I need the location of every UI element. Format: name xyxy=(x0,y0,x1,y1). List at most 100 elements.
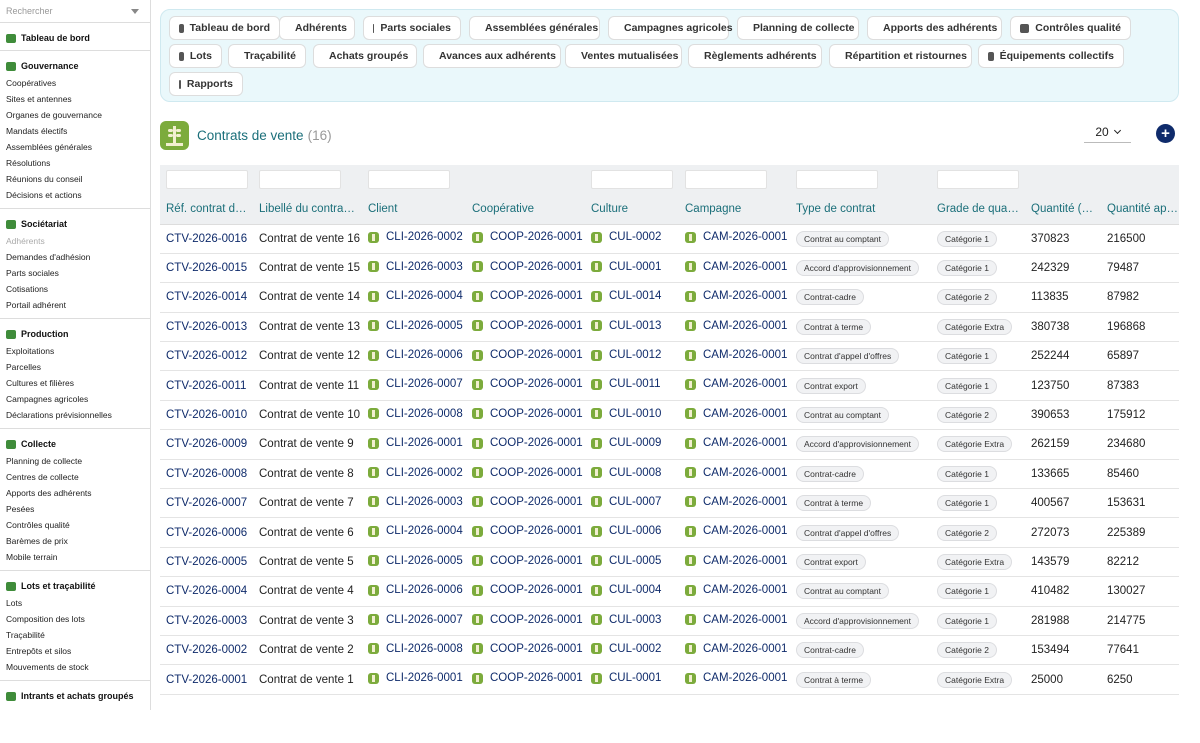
contract-ref-link[interactable]: CTV-2026-0006 xyxy=(166,527,247,539)
reference-link[interactable]: CUL-0011 xyxy=(591,378,661,390)
contract-ref-link[interactable]: CTV-2026-0016 xyxy=(166,233,247,245)
reference-link[interactable]: CAM-2026-0001 xyxy=(685,290,787,302)
sidebar-section-header[interactable]: Lots et traçabilité xyxy=(0,577,150,595)
reference-link[interactable]: CLI-2026-0008 xyxy=(368,408,463,420)
reference-link[interactable]: CAM-2026-0001 xyxy=(685,672,787,684)
table-row[interactable]: CTV-2026-0005 Contrat de vente 5 CLI-2026-… xyxy=(160,547,1179,578)
table-row[interactable]: CTV-2026-0003 Contrat de vente 3 CLI-2026-… xyxy=(160,606,1179,636)
topnav-button[interactable]: Équipements collectifs xyxy=(978,44,1124,68)
sidebar-item[interactable]: Portail adhérent xyxy=(0,297,150,313)
reference-link[interactable]: CAM-2026-0001 xyxy=(685,261,787,273)
reference-link[interactable]: CLI-2026-0005 xyxy=(368,320,463,332)
sidebar-item[interactable]: Pesées xyxy=(0,501,150,517)
table-row[interactable]: CTV-2026-0015 Contrat de vente 15 CLI-2026… xyxy=(160,253,1179,284)
table-row[interactable]: CTV-2026-0008 Contrat de vente 8 CLI-2026-… xyxy=(160,459,1179,490)
contract-ref-link[interactable]: CTV-2026-0003 xyxy=(166,615,247,627)
topnav-button[interactable]: Avances aux adhérents xyxy=(423,44,561,68)
sidebar-item[interactable]: Sites et antennes xyxy=(0,91,150,107)
contract-ref-link[interactable]: CTV-2026-0010 xyxy=(166,409,247,421)
topnav-button[interactable]: Parts sociales xyxy=(363,16,461,40)
reference-link[interactable]: COOP-2026-0001 xyxy=(472,349,583,361)
sidebar-item[interactable]: Cotisations xyxy=(0,281,150,297)
contract-ref-link[interactable]: CTV-2026-0007 xyxy=(166,497,247,509)
reference-link[interactable]: CLI-2026-0004 xyxy=(368,525,463,537)
reference-link[interactable]: CLI-2026-0001 xyxy=(368,672,463,684)
reference-link[interactable]: CAM-2026-0001 xyxy=(685,408,787,420)
reference-link[interactable]: CLI-2026-0002 xyxy=(368,467,463,479)
table-row[interactable]: CTV-2026-0006 Contrat de vente 6 CLI-2026-… xyxy=(160,517,1179,548)
search-box[interactable] xyxy=(0,0,150,23)
table-row[interactable]: CTV-2026-0007 Contrat de vente 7 CLI-2026-… xyxy=(160,488,1179,519)
topnav-button[interactable]: Répartition et ristournes xyxy=(829,44,972,68)
sidebar-item[interactable]: Apports des adhérents xyxy=(0,485,150,501)
contract-ref-link[interactable]: CTV-2026-0004 xyxy=(166,585,247,597)
add-record-button[interactable]: + xyxy=(1156,124,1175,143)
sidebar-section-header[interactable]: Production xyxy=(0,325,150,343)
sidebar-item[interactable]: Assemblées générales xyxy=(0,139,150,155)
reference-link[interactable]: CUL-0005 xyxy=(591,555,661,567)
column-filter-input[interactable] xyxy=(591,170,673,189)
reference-link[interactable]: COOP-2026-0001 xyxy=(472,378,583,390)
sidebar-item[interactable]: Déclarations prévisionnelles xyxy=(0,407,150,423)
reference-link[interactable]: CAM-2026-0001 xyxy=(685,467,787,479)
reference-link[interactable]: CLI-2026-0007 xyxy=(368,614,463,626)
reference-link[interactable]: COOP-2026-0001 xyxy=(472,261,583,273)
reference-link[interactable]: CUL-0012 xyxy=(591,349,661,361)
sidebar-item[interactable]: Cultures et filières xyxy=(0,375,150,391)
reference-link[interactable]: CLI-2026-0002 xyxy=(368,231,463,243)
table-row[interactable]: CTV-2026-0014 Contrat de vente 14 CLI-2026… xyxy=(160,282,1179,313)
contract-ref-link[interactable]: CTV-2026-0008 xyxy=(166,468,247,480)
sidebar-item[interactable]: Campagnes agricoles xyxy=(0,391,150,407)
reference-link[interactable]: CAM-2026-0001 xyxy=(685,525,787,537)
reference-link[interactable]: CUL-0003 xyxy=(591,614,661,626)
column-header[interactable]: Quantité appelée (kg) xyxy=(1101,195,1179,225)
column-header[interactable]: Type de contrat xyxy=(790,195,931,225)
sidebar-item[interactable]: Parts sociales xyxy=(0,265,150,281)
reference-link[interactable]: CLI-2026-0004 xyxy=(368,290,463,302)
sidebar-section-header[interactable]: Collecte xyxy=(0,435,150,453)
topnav-button[interactable]: Apports des adhérents xyxy=(867,16,1002,40)
sidebar-item[interactable]: Exploitations xyxy=(0,343,150,359)
reference-link[interactable]: CUL-0001 xyxy=(591,672,661,684)
reference-link[interactable]: CAM-2026-0001 xyxy=(685,437,787,449)
reference-link[interactable]: COOP-2026-0001 xyxy=(472,231,583,243)
contract-ref-link[interactable]: CTV-2026-0012 xyxy=(166,350,247,362)
reference-link[interactable]: CAM-2026-0001 xyxy=(685,349,787,361)
reference-link[interactable]: CUL-0001 xyxy=(591,261,661,273)
contract-ref-link[interactable]: CTV-2026-0002 xyxy=(166,644,247,656)
reference-link[interactable]: CUL-0002 xyxy=(591,643,661,655)
column-filter-input[interactable] xyxy=(685,170,767,189)
reference-link[interactable]: COOP-2026-0001 xyxy=(472,437,583,449)
reference-link[interactable]: CLI-2026-0001 xyxy=(368,437,463,449)
topnav-button[interactable]: Lots xyxy=(169,44,222,68)
sidebar-item[interactable]: Parcelles xyxy=(0,359,150,375)
sidebar-item[interactable]: Adhérents xyxy=(0,233,150,249)
reference-link[interactable]: CLI-2026-0008 xyxy=(368,643,463,655)
table-row[interactable]: CTV-2026-0004 Contrat de vente 4 CLI-2026-… xyxy=(160,576,1179,607)
contract-ref-link[interactable]: CTV-2026-0009 xyxy=(166,438,247,450)
reference-link[interactable]: CLI-2026-0003 xyxy=(368,496,463,508)
table-row[interactable]: CTV-2026-0013 Contrat de vente 13 CLI-2026… xyxy=(160,312,1179,343)
chevron-down-icon[interactable] xyxy=(131,9,139,14)
reference-link[interactable]: CUL-0009 xyxy=(591,437,661,449)
reference-link[interactable]: CAM-2026-0001 xyxy=(685,584,787,596)
reference-link[interactable]: CUL-0004 xyxy=(591,584,661,596)
reference-link[interactable]: CUL-0010 xyxy=(591,408,661,420)
reference-link[interactable]: COOP-2026-0001 xyxy=(472,290,583,302)
sidebar-item[interactable]: Mouvements de stock xyxy=(0,659,150,675)
contract-ref-link[interactable]: CTV-2026-0015 xyxy=(166,262,247,274)
reference-link[interactable]: COOP-2026-0001 xyxy=(472,555,583,567)
sidebar-item[interactable]: Entrepôts et silos xyxy=(0,643,150,659)
sidebar-item[interactable]: Mandats électifs xyxy=(0,123,150,139)
sidebar-item[interactable]: Planning de collecte xyxy=(0,453,150,469)
sidebar-item[interactable]: Lots xyxy=(0,595,150,611)
contract-ref-link[interactable]: CTV-2026-0005 xyxy=(166,556,247,568)
sidebar-item[interactable]: Composition des lots xyxy=(0,611,150,627)
reference-link[interactable]: COOP-2026-0001 xyxy=(472,467,583,479)
reference-link[interactable]: CUL-0007 xyxy=(591,496,661,508)
topnav-button[interactable]: Rapports xyxy=(169,72,243,96)
table-row[interactable]: CTV-2026-0011 Contrat de vente 11 CLI-2026… xyxy=(160,370,1179,401)
reference-link[interactable]: CAM-2026-0001 xyxy=(685,614,787,626)
sidebar-item[interactable]: Mobile terrain xyxy=(0,549,150,565)
reference-link[interactable]: COOP-2026-0001 xyxy=(472,614,583,626)
